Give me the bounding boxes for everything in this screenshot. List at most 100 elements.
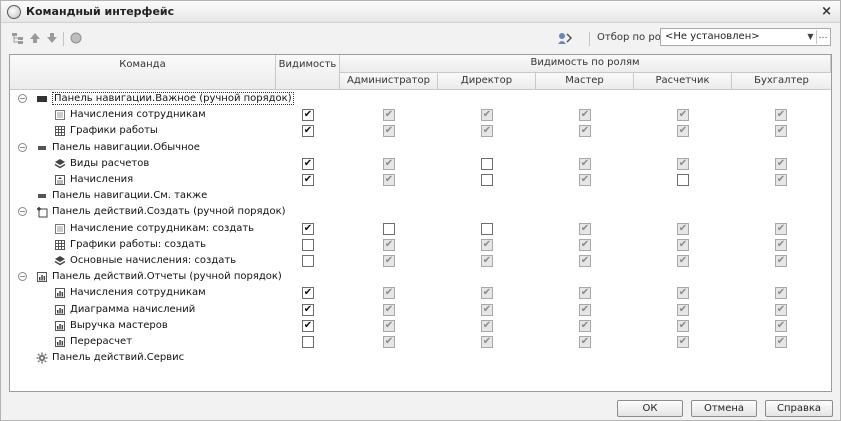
role-visibility-checkbox[interactable]: ✔ [481, 125, 493, 138]
role-visibility-checkbox[interactable]: ✔ [481, 238, 493, 251]
role-visibility-checkbox[interactable]: ✔ [775, 287, 787, 300]
role-visibility-checkbox[interactable]: ✔ [481, 109, 493, 122]
role-visibility-checkbox[interactable]: ✔ [383, 109, 395, 122]
role-visibility-checkbox[interactable]: ✔ [677, 125, 689, 138]
role-visibility-checkbox[interactable]: ✔ [775, 255, 787, 267]
visibility-checkbox[interactable]: ✔ [302, 174, 314, 186]
role-visibility-checkbox[interactable]: ✔ [775, 238, 787, 251]
role-visibility-checkbox[interactable]: ✔ [579, 222, 591, 235]
column-header-command[interactable]: Команда [10, 55, 276, 90]
role-visibility-checkbox[interactable]: ✔ [481, 303, 493, 316]
role-visibility-checkbox[interactable]: ✔ [677, 255, 689, 267]
collapse-toggle-icon[interactable]: − [18, 207, 27, 217]
table-row[interactable]: − Панель навигации.Важное (ручной порядок… [10, 91, 831, 107]
visibility-checkbox[interactable] [302, 238, 314, 251]
role-visibility-checkbox[interactable]: ✔ [775, 157, 787, 170]
table-row[interactable]: − Панель действий.Отчеты (ручной порядок) [10, 269, 831, 285]
role-visibility-checkbox[interactable]: ✔ [383, 303, 395, 316]
table-row[interactable]: Начисления ✔ ✔ ✔ ✔ [10, 172, 831, 188]
role-visibility-checkbox[interactable]: ✔ [383, 287, 395, 300]
table-row[interactable]: Выручка мастеров ✔ ✔ ✔ ✔ ✔ ✔ [10, 318, 831, 334]
collapse-toggle-icon[interactable]: − [18, 142, 27, 152]
column-header-role[interactable]: Бухгалтер [732, 73, 831, 90]
visibility-checkbox[interactable]: ✔ [302, 319, 314, 332]
visibility-checkbox[interactable]: ✔ [302, 157, 314, 170]
table-row[interactable]: Диаграмма начислений ✔ ✔ ✔ ✔ ✔ ✔ [10, 302, 831, 318]
role-visibility-checkbox[interactable]: ✔ [383, 238, 395, 251]
role-visibility-checkbox[interactable]: ✔ [579, 255, 591, 267]
visibility-checkbox[interactable] [302, 336, 314, 348]
role-visibility-checkbox[interactable]: ✔ [579, 287, 591, 300]
role-visibility-checkbox[interactable]: ✔ [579, 238, 591, 251]
role-visibility-checkbox[interactable] [481, 222, 493, 235]
role-visibility-checkbox[interactable]: ✔ [481, 319, 493, 332]
ellipsis-button[interactable]: … [816, 30, 829, 44]
column-header-role[interactable]: Администратор [340, 73, 438, 90]
role-visibility-checkbox[interactable]: ✔ [775, 319, 787, 332]
role-visibility-checkbox[interactable]: ✔ [579, 109, 591, 122]
role-visibility-checkbox[interactable] [677, 174, 689, 186]
role-visibility-checkbox[interactable]: ✔ [677, 109, 689, 122]
help-button[interactable]: Справка [765, 400, 833, 417]
role-visibility-checkbox[interactable]: ✔ [677, 157, 689, 170]
visibility-checkbox[interactable] [302, 255, 314, 267]
role-visibility-checkbox[interactable]: ✔ [775, 303, 787, 316]
role-visibility-checkbox[interactable]: ✔ [481, 336, 493, 348]
role-filter-icon[interactable] [557, 31, 573, 45]
column-header-visibility[interactable]: Видимость [276, 55, 340, 90]
role-visibility-checkbox[interactable]: ✔ [579, 125, 591, 138]
close-icon[interactable]: × [821, 4, 832, 19]
role-visibility-checkbox[interactable]: ✔ [579, 303, 591, 316]
table-row[interactable]: Начисление сотрудникам: создать ✔ ✔ ✔ ✔ [10, 221, 831, 237]
role-visibility-checkbox[interactable]: ✔ [775, 336, 787, 348]
role-visibility-checkbox[interactable]: ✔ [775, 174, 787, 186]
role-visibility-checkbox[interactable]: ✔ [579, 157, 591, 170]
role-visibility-checkbox[interactable]: ✔ [579, 336, 591, 348]
role-visibility-checkbox[interactable]: ✔ [677, 287, 689, 300]
role-visibility-checkbox[interactable]: ✔ [775, 109, 787, 122]
role-visibility-checkbox[interactable] [383, 222, 395, 235]
role-visibility-checkbox[interactable]: ✔ [677, 303, 689, 316]
role-visibility-checkbox[interactable]: ✔ [775, 222, 787, 235]
move-down-icon[interactable] [45, 31, 59, 45]
table-row[interactable]: Панель навигации.См. также [10, 188, 831, 204]
role-visibility-checkbox[interactable]: ✔ [383, 125, 395, 138]
table-row[interactable]: Перерасчет ✔ ✔ ✔ ✔ ✔ [10, 334, 831, 350]
table-row[interactable]: Панель действий.Сервис [10, 350, 831, 366]
table-row[interactable]: Начисления сотрудникам ✔ ✔ ✔ ✔ ✔ ✔ [10, 107, 831, 123]
collapse-toggle-icon[interactable]: − [18, 94, 27, 103]
role-visibility-checkbox[interactable]: ✔ [383, 255, 395, 267]
column-header-role[interactable]: Расчетчик [634, 73, 732, 90]
cancel-button[interactable]: Отмена [691, 400, 757, 417]
move-up-icon[interactable] [28, 31, 42, 45]
role-visibility-checkbox[interactable]: ✔ [481, 255, 493, 267]
role-visibility-checkbox[interactable]: ✔ [383, 174, 395, 186]
ok-button[interactable]: ОК [617, 400, 683, 417]
role-visibility-checkbox[interactable] [481, 174, 493, 186]
table-row[interactable]: Графики работы ✔ ✔ ✔ ✔ ✔ ✔ [10, 123, 831, 139]
visibility-checkbox[interactable]: ✔ [302, 109, 314, 122]
role-visibility-checkbox[interactable]: ✔ [677, 336, 689, 348]
visibility-checkbox[interactable]: ✔ [302, 222, 314, 235]
reset-icon[interactable] [69, 31, 83, 45]
role-visibility-checkbox[interactable]: ✔ [383, 157, 395, 170]
table-row[interactable]: Начисления сотрудникам ✔ ✔ ✔ ✔ ✔ ✔ [10, 285, 831, 301]
role-visibility-checkbox[interactable]: ✔ [383, 319, 395, 332]
table-row[interactable]: Основные начисления: создать ✔ ✔ ✔ ✔ ✔ [10, 253, 831, 269]
tree-icon[interactable] [11, 31, 25, 45]
table-row[interactable]: − Панель навигации.Обычное [10, 140, 831, 156]
role-visibility-checkbox[interactable]: ✔ [677, 319, 689, 332]
role-visibility-checkbox[interactable]: ✔ [677, 238, 689, 251]
collapse-toggle-icon[interactable]: − [18, 272, 27, 282]
role-visibility-checkbox[interactable]: ✔ [775, 125, 787, 138]
table-row[interactable]: Графики работы: создать ✔ ✔ ✔ ✔ ✔ [10, 237, 831, 253]
table-row[interactable]: Виды расчетов ✔ ✔ ✔ ✔ ✔ [10, 156, 831, 172]
role-visibility-checkbox[interactable]: ✔ [481, 287, 493, 300]
role-filter-select[interactable]: <Не установлен> ▼ … [660, 28, 831, 46]
chevron-down-icon[interactable]: ▼ [805, 30, 816, 44]
visibility-checkbox[interactable]: ✔ [302, 287, 314, 300]
role-visibility-checkbox[interactable]: ✔ [383, 336, 395, 348]
column-header-role[interactable]: Директор [438, 73, 536, 90]
visibility-checkbox[interactable]: ✔ [302, 125, 314, 138]
column-header-role[interactable]: Мастер [536, 73, 634, 90]
